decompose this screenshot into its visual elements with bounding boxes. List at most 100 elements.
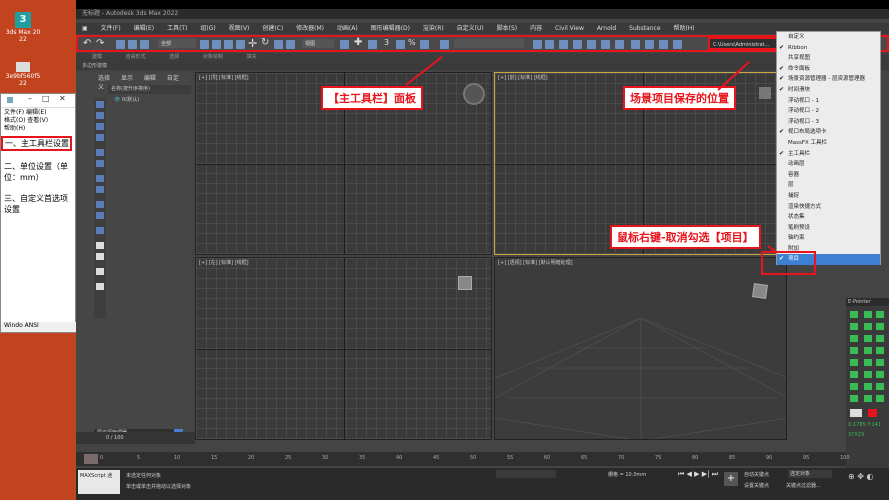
epointer-tool-icon[interactable] bbox=[876, 371, 884, 378]
menu-views[interactable]: 视图(V) bbox=[229, 25, 250, 32]
scale-icon[interactable] bbox=[274, 40, 283, 49]
auto-key-button[interactable]: 自动关键点 bbox=[744, 471, 769, 478]
ctx-item-ribbon[interactable]: ✔ Ribbon bbox=[777, 43, 880, 54]
epointer-tool-icon[interactable] bbox=[876, 335, 884, 342]
menu-file[interactable]: 文件(F) bbox=[101, 25, 121, 32]
menu-graph-editors[interactable]: 图形编辑器(D) bbox=[371, 25, 410, 32]
menu-create[interactable]: 创建(C) bbox=[262, 25, 283, 32]
tab-display[interactable]: 显示 bbox=[121, 75, 133, 82]
ctx-item-floating-vp-2[interactable]: 浮动视口 - 2 bbox=[777, 106, 880, 117]
epointer-color-swatch[interactable] bbox=[868, 409, 877, 417]
viewport-label[interactable]: [+] [透视] [标准] [默认明暗处理] bbox=[498, 259, 573, 266]
epointer-tool-icon[interactable] bbox=[864, 311, 872, 318]
filter-spacewarps-icon[interactable] bbox=[96, 160, 104, 167]
ctx-item-customize[interactable]: 自定义 bbox=[777, 32, 880, 43]
keyboard-shortcut-icon[interactable] bbox=[368, 40, 377, 49]
percent-snap-icon[interactable]: % bbox=[408, 38, 416, 47]
filter-none-icon[interactable] bbox=[96, 253, 104, 260]
filter-shapes-icon[interactable] bbox=[96, 112, 104, 119]
viewport-perspective[interactable]: [+] [透视] [标准] [默认明暗处理] bbox=[494, 257, 787, 440]
menu-row-2[interactable]: 格式(O) 查看(V) bbox=[4, 117, 72, 125]
filter-bones-icon[interactable] bbox=[96, 201, 104, 208]
filter-invert-icon[interactable] bbox=[96, 268, 104, 275]
scene-explorer-header[interactable]: 名称(按升序排序) bbox=[108, 85, 191, 94]
filter-lights-icon[interactable] bbox=[96, 123, 104, 130]
epointer-tool-icon[interactable] bbox=[864, 323, 872, 330]
undo-icon[interactable]: ↶ bbox=[83, 38, 91, 49]
epointer-tool-icon[interactable] bbox=[850, 335, 858, 342]
ribbon-tab-modeling[interactable]: 建模 bbox=[92, 54, 102, 60]
desktop-icon-3dsmax[interactable]: 3 3ds Max 20 22 bbox=[3, 12, 43, 43]
set-key-icon[interactable]: + bbox=[724, 472, 738, 486]
coord-x-field[interactable] bbox=[496, 470, 556, 478]
ctx-item-scene-explorer[interactable]: ✔ 场景资源管理器 - 层资源管理器 bbox=[777, 74, 880, 85]
viewport-nav-icons[interactable]: ⊕ ✥ ◐ bbox=[848, 472, 873, 481]
ribbon-polygon-modeling[interactable]: 多边形建模 bbox=[82, 63, 107, 69]
ctx-item-floating-vp-1[interactable]: 浮动视口 - 1 bbox=[777, 96, 880, 107]
project-path-field[interactable]: C:\Users\Administrat... bbox=[708, 37, 780, 50]
ctx-item-command-panel[interactable]: ✔ 命令面板 bbox=[777, 64, 880, 75]
unlink-icon[interactable] bbox=[128, 40, 137, 49]
tab-edit[interactable]: 编辑 bbox=[144, 75, 156, 82]
menu-customize[interactable]: 自定义(U) bbox=[457, 25, 484, 32]
menu-row-3[interactable]: 帮助(H) bbox=[4, 125, 72, 133]
ctx-item-state-sets[interactable]: 状态集 bbox=[777, 212, 880, 223]
link-icon[interactable] bbox=[116, 40, 125, 49]
filter-groups-icon[interactable] bbox=[96, 175, 104, 182]
viewport-label[interactable]: [+] [前] [标准] [线框] bbox=[498, 74, 548, 81]
ribbon-tab-populate[interactable]: 填充 bbox=[246, 54, 256, 60]
viewport-left[interactable]: [+] [左] [标准] [线框] bbox=[195, 257, 492, 440]
snaps-toggle-icon[interactable]: 3 bbox=[384, 38, 389, 47]
layer-explorer-icon[interactable] bbox=[559, 40, 568, 49]
render-production-icon[interactable] bbox=[659, 40, 668, 49]
viewcube-icon[interactable] bbox=[752, 283, 768, 299]
epointer-tool-icon[interactable] bbox=[864, 359, 872, 366]
menu-rendering[interactable]: 渲染(R) bbox=[423, 25, 444, 32]
move-icon[interactable]: ✛ bbox=[248, 37, 257, 50]
filter-cameras-icon[interactable] bbox=[96, 134, 104, 141]
maximize-icon[interactable]: □ bbox=[42, 94, 50, 103]
viewcube-icon[interactable] bbox=[458, 276, 472, 290]
epointer-tool-icon[interactable] bbox=[850, 371, 858, 378]
ribbon-tab-freeform[interactable]: 自由形式 bbox=[126, 54, 146, 60]
epointer-tool-icon[interactable] bbox=[864, 383, 872, 390]
spinner-snap-icon[interactable] bbox=[420, 40, 429, 49]
viewport-label[interactable]: [+] [顶] [标准] [线框] bbox=[199, 74, 249, 81]
schematic-view-icon[interactable] bbox=[601, 40, 610, 49]
align-icon[interactable] bbox=[545, 40, 554, 49]
redo-icon[interactable]: ↷ bbox=[96, 38, 104, 49]
ctx-item-render-shortcuts[interactable]: 渲染快捷方式 bbox=[777, 202, 880, 213]
ctx-item-brush-presets[interactable]: 笔刷预设 bbox=[777, 223, 880, 234]
ctx-item-snaps[interactable]: 捕捉 bbox=[777, 191, 880, 202]
viewport-label[interactable]: [+] [左] [标准] [线框] bbox=[199, 259, 249, 266]
bind-spacewarp-icon[interactable] bbox=[140, 40, 149, 49]
menu-civil-view[interactable]: Civil View bbox=[555, 25, 584, 32]
epointer-tool-icon[interactable] bbox=[876, 347, 884, 354]
filter-all-icon[interactable] bbox=[96, 242, 104, 249]
epointer-tool-icon[interactable] bbox=[876, 323, 884, 330]
menu-animation[interactable]: 动画(A) bbox=[337, 25, 358, 32]
menu-help[interactable]: 帮助(H) bbox=[673, 25, 694, 32]
rendered-frame-icon[interactable] bbox=[645, 40, 654, 49]
rotate-icon[interactable]: ↻ bbox=[261, 37, 269, 48]
filter-funnel-icon[interactable] bbox=[96, 283, 104, 290]
set-key-button[interactable]: 设置关键点 bbox=[744, 482, 769, 489]
filter-frozen-icon[interactable] bbox=[96, 227, 104, 234]
epointer-tool-icon[interactable] bbox=[850, 383, 858, 390]
menu-row-1[interactable]: 文件(F) 编辑(E) bbox=[4, 109, 72, 117]
window-crossing-icon[interactable] bbox=[236, 40, 245, 49]
render-iterative-icon[interactable] bbox=[673, 40, 682, 49]
angle-snap-icon[interactable] bbox=[396, 40, 405, 49]
ctx-item-viewport-layout[interactable]: ✔ 视口布局选项卡 bbox=[777, 127, 880, 138]
mirror-icon[interactable] bbox=[533, 40, 542, 49]
menu-arnold[interactable]: Arnold bbox=[597, 25, 616, 32]
ribbon-toggle-icon[interactable] bbox=[573, 40, 582, 49]
maxscript-listener[interactable]: MAXScript 迷 bbox=[78, 470, 120, 494]
render-setup-icon[interactable] bbox=[631, 40, 640, 49]
epointer-tool-icon[interactable] bbox=[876, 359, 884, 366]
epointer-tool-icon[interactable] bbox=[864, 335, 872, 342]
curve-editor-icon[interactable] bbox=[587, 40, 596, 49]
close-icon[interactable]: ✕ bbox=[59, 94, 66, 103]
reference-coord-dropdown[interactable]: 视图 bbox=[302, 39, 334, 48]
minimize-icon[interactable]: – bbox=[28, 94, 32, 103]
